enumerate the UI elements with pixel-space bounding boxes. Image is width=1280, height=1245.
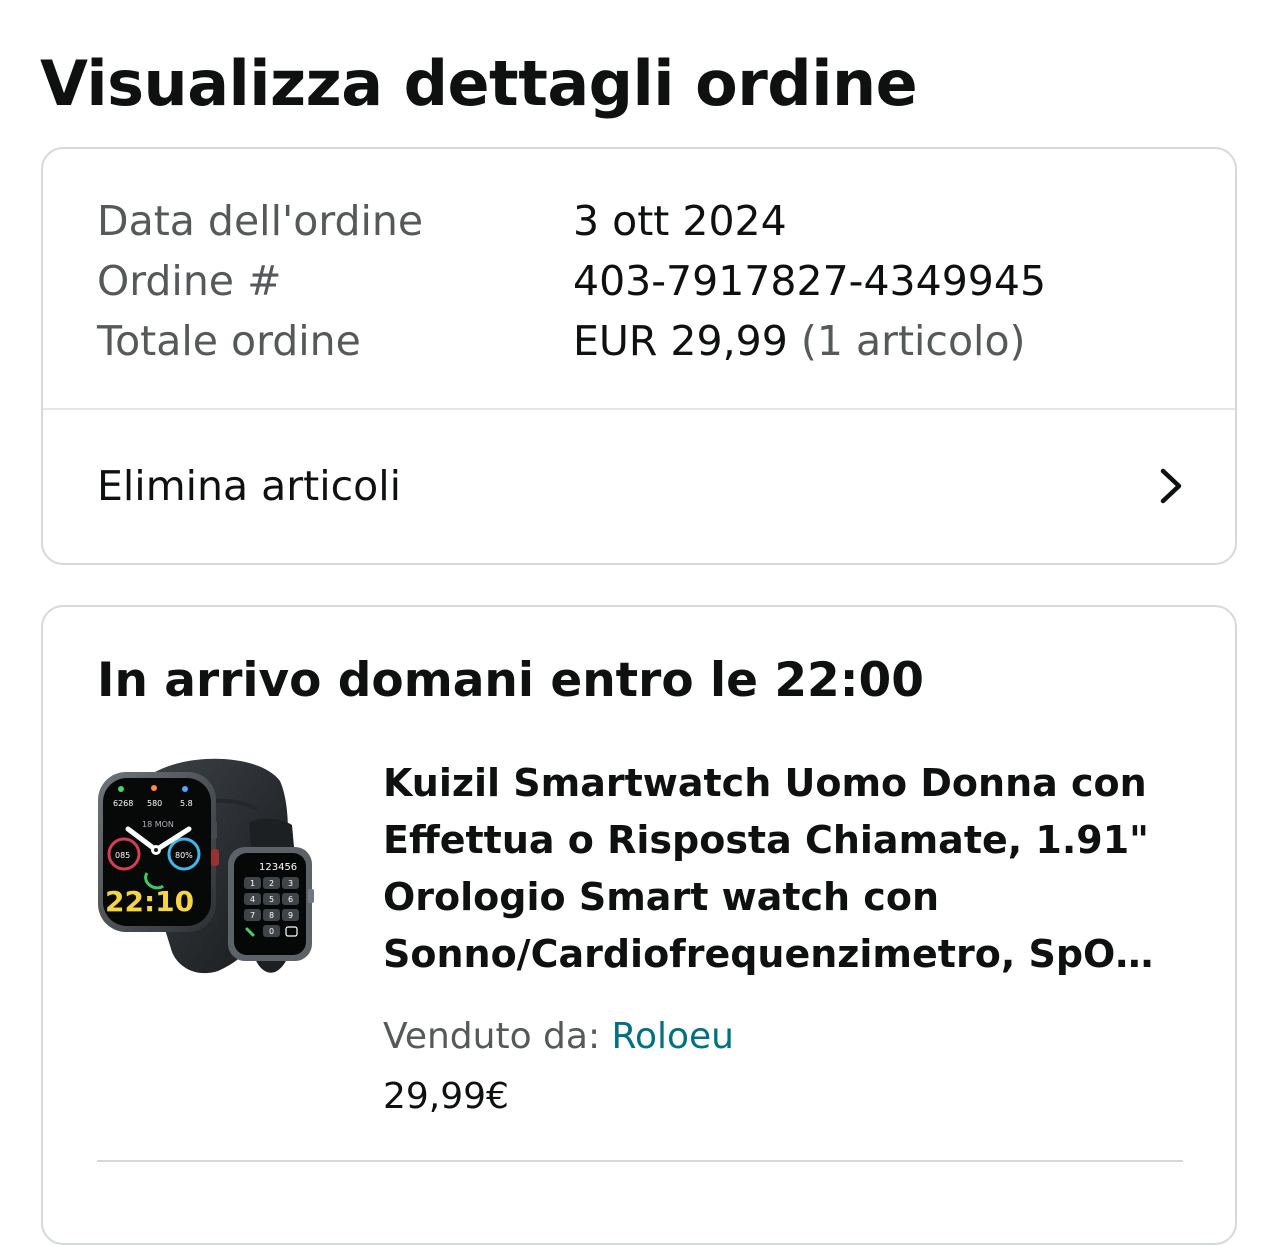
- order-summary-card: Data dell'ordine 3 ott 2024 Ordine # 403…: [41, 147, 1237, 565]
- keypad-key-7: 7: [250, 911, 255, 920]
- watch-kcal-text: 580: [147, 799, 162, 808]
- keypad-key-4: 4: [250, 895, 255, 904]
- order-number-value: 403-7917827-4349945: [573, 257, 1047, 305]
- smartwatch-product-image[interactable]: 6268 580 5.8 18 MON 085 80% 22:10 123456: [93, 747, 333, 987]
- seller-prefix: Venduto da:: [383, 1016, 601, 1057]
- order-number-label: Ordine #: [97, 257, 282, 305]
- delete-items-label[interactable]: Elimina articoli: [97, 456, 401, 516]
- order-total-item-count: (1 articolo): [800, 317, 1026, 365]
- small-watch-number-text: 123456: [259, 862, 297, 873]
- watch-bpm-text: 085: [115, 851, 130, 860]
- watch-spo2-text: 80%: [175, 851, 193, 860]
- delete-items-row[interactable]: Elimina articoli: [43, 410, 1235, 565]
- keypad-key-6: 6: [288, 895, 293, 904]
- keypad-key-5: 5: [269, 895, 274, 904]
- order-summary-rows: Data dell'ordine 3 ott 2024 Ordine # 403…: [97, 191, 1046, 371]
- product-price: 29,99€: [383, 1076, 509, 1117]
- watch-steps-text: 6268: [113, 799, 133, 808]
- order-total-row: Totale ordine EUR 29,99 (1 articolo): [97, 311, 1046, 371]
- chevron-right-icon[interactable]: [1151, 466, 1191, 506]
- order-date-label: Data dell'ordine: [97, 197, 424, 245]
- watch-date-text: 18 MON: [142, 820, 174, 829]
- shipment-card: In arrivo domani entro le 22:00 6268 580…: [41, 605, 1237, 1245]
- order-date-row: Data dell'ordine 3 ott 2024: [97, 191, 1046, 251]
- order-number-row: Ordine # 403-7917827-4349945: [97, 251, 1046, 311]
- keypad-key-3: 3: [288, 879, 293, 888]
- delivery-estimate-title: In arrivo domani entro le 22:00: [97, 653, 924, 708]
- watch-distance-text: 5.8: [180, 799, 193, 808]
- product-info: Kuizil Smartwatch Uomo Donna con Effettu…: [383, 755, 1183, 1123]
- keypad-key-9: 9: [288, 911, 293, 920]
- shipment-divider: [97, 1160, 1183, 1162]
- seller-link[interactable]: Roloeu: [612, 1016, 734, 1057]
- large-watch-face: 6268 580 5.8 18 MON 085 80% 22:10: [98, 772, 219, 932]
- keypad-key-1: 1: [250, 879, 255, 888]
- keypad-key-2: 2: [269, 879, 274, 888]
- product-title-link[interactable]: Kuizil Smartwatch Uomo Donna con Effettu…: [383, 755, 1183, 983]
- order-total-value: EUR 29,99 (1 articolo): [573, 311, 1026, 371]
- order-total-amount: EUR 29,99: [573, 317, 788, 365]
- order-date-value: 3 ott 2024: [573, 197, 787, 245]
- keypad-key-8: 8: [269, 911, 274, 920]
- keypad-key-0: 0: [269, 927, 274, 936]
- seller-line: Venduto da: Roloeu: [383, 1011, 1183, 1063]
- order-total-label: Totale ordine: [97, 317, 361, 365]
- page-title: Visualizza dettagli ordine: [40, 47, 918, 120]
- watch-time-text: 22:10: [105, 885, 194, 918]
